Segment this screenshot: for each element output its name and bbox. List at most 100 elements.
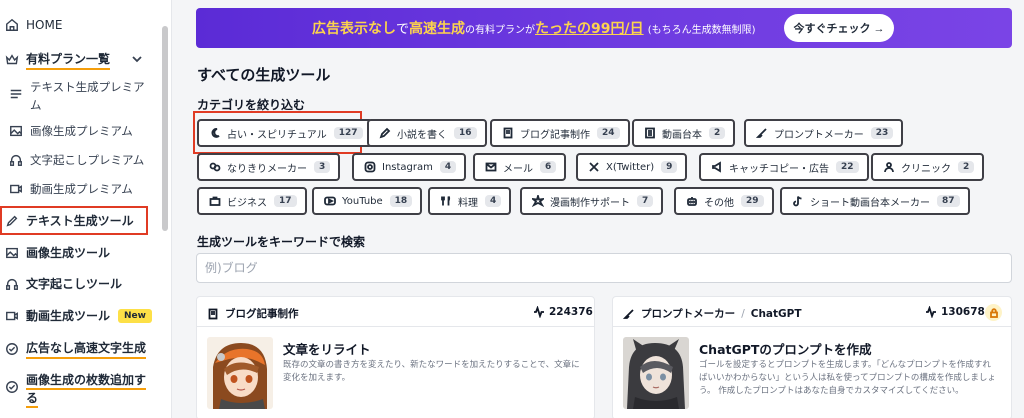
sidebar-item-label-line1: テキスト生成プレミア	[30, 80, 145, 94]
category-count: 87	[937, 195, 960, 207]
category-chip[interactable]: 漫画制作サポート 7	[520, 187, 664, 215]
category-chip[interactable]: 動画台本 2	[632, 119, 736, 147]
category-count: 29	[741, 195, 764, 207]
category-chip[interactable]: ショート動画台本メーカー 87	[780, 187, 970, 215]
separator: /	[741, 307, 745, 320]
tiktok-icon	[792, 195, 804, 207]
category-chip[interactable]: ビジネス 17	[197, 187, 307, 215]
category-label: なりきりメーカー	[227, 163, 307, 175]
card-usage-count: 224376	[549, 306, 593, 318]
category-chip[interactable]: プロンプトメーカー 23	[744, 119, 904, 147]
video-icon	[4, 308, 20, 324]
category-chip[interactable]: メール 6	[473, 153, 567, 181]
banner-text: 広告表示なしで高速生成の有料プランがたったの99円/日 (もちろん生成数無制限)	[312, 18, 756, 38]
category-chip[interactable]: 小説を書く 16	[367, 119, 487, 147]
book-icon	[502, 127, 514, 139]
card-usage: 130678	[925, 306, 985, 318]
sidebar-item-label: 画像生成プレミアム	[30, 124, 133, 138]
category-label: YouTube	[342, 195, 383, 207]
sidebar-item-image-premium[interactable]: 画像生成プレミアム	[8, 123, 133, 139]
image-icon	[8, 123, 24, 139]
category-label: ショート動画台本メーカー	[810, 197, 930, 209]
sidebar-item-label: 画像生成ツール	[26, 246, 111, 260]
category-label: その他	[704, 197, 734, 209]
banner-highlight: 広告表示なし	[312, 21, 396, 37]
card-category-sub: ChatGPT	[750, 307, 802, 320]
brush-icon	[623, 308, 634, 319]
book-icon	[208, 308, 218, 319]
category-label: ブログ記事制作	[520, 129, 590, 141]
category-label: プロンプトメーカー	[774, 129, 864, 141]
sidebar-item-text-premium[interactable]: テキスト生成プレミアム	[8, 78, 145, 114]
sidebar-item-label-wrap: テキスト生成プレミアム	[30, 78, 145, 114]
sidebar-item-text-tool[interactable]: テキスト生成ツール	[4, 212, 134, 229]
category-chip[interactable]: ブログ記事制作 24	[490, 119, 630, 147]
sidebar-item-transcribe-tool[interactable]: 文字起こしツール	[4, 275, 122, 292]
promo-banner[interactable]: 広告表示なしで高速生成の有料プランがたったの99円/日 (もちろん生成数無制限)…	[196, 8, 1012, 48]
card-title: 文章をリライト	[283, 342, 371, 357]
sidebar-item-label: 有料プラン一覧	[26, 50, 111, 70]
sidebar-item-label-wrap: 画像生成の枚数追加する	[26, 371, 147, 408]
category-chip[interactable]: 占い・スピリチュアル 127	[197, 119, 373, 147]
activity-icon	[926, 306, 936, 318]
category-count: 24	[597, 127, 620, 139]
banner-highlight: 高速生成	[409, 21, 466, 37]
sidebar-item-home[interactable]: HOME	[4, 17, 62, 33]
card-desc-line: ゴールを設定するとプロンプトを生成します。「どんなプロンプトを作成すれ	[699, 360, 991, 370]
category-count: 17	[274, 195, 297, 207]
card-category-label: ブログ記事制作	[225, 308, 299, 320]
sidebar-item-adfree[interactable]: 広告なし高速文字生成	[4, 339, 147, 359]
home-icon	[4, 17, 20, 33]
card-title: ChatGPTのプロンプトを作成	[699, 342, 872, 357]
search-input[interactable]	[196, 253, 1012, 283]
sidebar-item-label-line2: ム	[30, 98, 42, 112]
category-count: 16	[454, 127, 477, 139]
mail-icon	[485, 161, 497, 173]
check-circle-icon	[4, 341, 20, 357]
sidebar-item-video-tool[interactable]: 動画生成ツール New	[4, 307, 152, 324]
card-category-label: プロンプトメーカー	[641, 308, 736, 320]
tool-card[interactable]: ブログ記事制作 224376 文章をリライト 既存の文章の書き方を変えたり、新た…	[196, 296, 595, 418]
sidebar-item-add-images[interactable]: 画像生成の枚数追加する	[4, 371, 147, 408]
category-count: 4	[439, 161, 457, 173]
check-now-button[interactable]: 今すぐチェック →	[784, 14, 894, 42]
card-description: 既存の文章の書き方を変えたり、新たなワードを加えたりすることで、文章に 変化を加…	[283, 359, 580, 385]
card-desc-line: 変化を加えます。	[283, 373, 351, 383]
sidebar-item-label: 動画生成ツール	[26, 309, 111, 323]
sidebar-item-label: 広告なし高速文字生成	[26, 339, 147, 359]
sidebar-scrollbar[interactable]	[162, 26, 168, 231]
category-label: 動画台本	[662, 129, 702, 141]
tool-card[interactable]: プロンプトメーカー / ChatGPT 130678 ChatGPTのプロンプトを作…	[612, 296, 1012, 418]
banner-text-part: で	[396, 22, 410, 37]
sidebar-item-transcribe-premium[interactable]: 文字起こしプレミアム	[8, 152, 144, 168]
image-icon	[4, 245, 20, 261]
category-chip[interactable]: キャッチコピー・広告 22	[699, 153, 869, 181]
category-count: 127	[333, 127, 363, 139]
category-chip[interactable]: なりきりメーカー 3	[197, 153, 341, 181]
sidebar-item-image-tool[interactable]: 画像生成ツール	[4, 244, 110, 261]
category-chip[interactable]: X(Twitter) 9	[576, 153, 688, 181]
list-icon	[644, 127, 656, 139]
category-chip[interactable]: YouTube 18	[312, 187, 423, 215]
sidebar-item-label: 文字起こしツール	[26, 277, 123, 291]
category-label: ビジネス	[227, 197, 267, 209]
category-chip[interactable]: クリニック 2	[871, 153, 985, 181]
category-label: Instagram	[382, 161, 433, 173]
category-chip[interactable]: 料理 4	[428, 187, 512, 215]
category-chip[interactable]: Instagram 4	[352, 153, 467, 181]
sidebar-item-label-line1: 画像生成の枚数追加す	[26, 373, 147, 390]
instagram-icon	[364, 161, 376, 173]
category-count: 4	[485, 195, 502, 207]
sidebar-item-plans[interactable]: 有料プラン一覧	[4, 50, 111, 70]
chevron-down-icon[interactable]	[130, 51, 144, 65]
brush-icon	[756, 127, 768, 139]
sidebar-item-label: 動画生成プレミアム	[30, 182, 133, 196]
card-category: ブログ記事制作	[207, 306, 299, 321]
card-category: プロンプトメーカー / ChatGPT	[623, 306, 802, 321]
banner-note: (もちろん生成数無制限)	[647, 25, 756, 36]
category-count: 22	[836, 161, 859, 173]
category-chip[interactable]: その他 29	[674, 187, 774, 215]
robot-icon	[686, 195, 698, 207]
sidebar-item-label: テキスト生成ツール	[26, 214, 134, 228]
sidebar-item-video-premium[interactable]: 動画生成プレミアム	[8, 181, 133, 197]
